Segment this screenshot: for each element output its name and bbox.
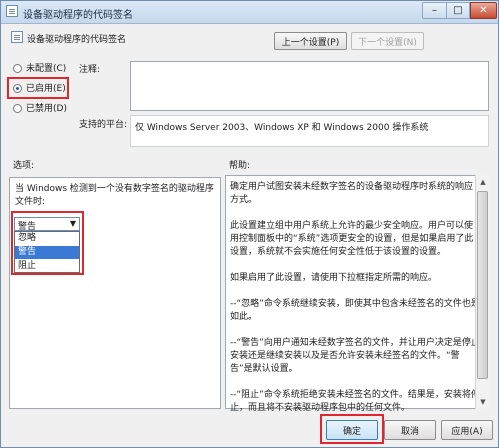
next-setting-button[interactable]: 下一个设置(N) [351, 32, 424, 50]
enabled-highlight-box [7, 77, 69, 99]
scroll-down-icon[interactable]: ▼ [476, 395, 490, 409]
options-label: 选项: [13, 161, 35, 171]
help-scrollbar[interactable]: ▲ ▼ [475, 175, 490, 409]
help-paragraph: 如果启用了此设置，请使用下拉框指定所需的响应。 [230, 273, 438, 283]
title-bar[interactable]: 设备驱动程序的代码签名 – □ ✕ [1, 1, 498, 24]
ok-highlight-box [320, 414, 384, 444]
supported-platform-label: 支持的平台: [79, 120, 128, 130]
cancel-button[interactable]: 取消 [384, 420, 436, 440]
policy-icon [6, 5, 18, 17]
help-label: 帮助: [229, 161, 251, 171]
help-paragraph: 此设置建立组中用户系统上允许的最少安全响应。用户可以使用控制面板中的“系统”选项… [230, 221, 474, 257]
maximize-button[interactable]: □ [447, 2, 470, 19]
help-paragraph: --“忽略”命令系统继续安装，即使其中包含未经签名的文件也是如此。 [230, 299, 480, 322]
radio-not-configured-dot[interactable] [13, 64, 22, 73]
radio-disabled-dot[interactable] [13, 104, 22, 113]
apply-button[interactable]: 应用(A) [441, 420, 493, 440]
help-paragraph: --“警告”向用户通知未经数字签名的文件，并让用户决定是停止安装还是继续安装以及… [230, 338, 480, 374]
setting-title: 设备驱动程序的代码签名 [27, 35, 127, 45]
radio-not-configured-label: 未配置(C) [26, 64, 67, 74]
comment-label: 注释: [79, 65, 101, 75]
radio-disabled-label: 已禁用(D) [26, 104, 67, 114]
supported-platform-value: 仅 Windows Server 2003、Windows XP 和 Windo… [135, 123, 429, 133]
setting-icon [11, 31, 23, 43]
help-paragraph: 确定用户试图安装未经数字签名的设备驱动程序时系统的响应方式。 [230, 182, 474, 205]
supported-platform-box: 仅 Windows Server 2003、Windows XP 和 Windo… [130, 115, 489, 147]
scroll-up-icon[interactable]: ▲ [476, 175, 490, 189]
minimize-button[interactable]: – [422, 2, 447, 19]
window-title: 设备驱动程序的代码签名 [23, 10, 133, 21]
help-paragraph: --“阻止”命令系统拒绝安装未经签名的文件。结果是，安装将停止，而且将不安装驱动… [230, 390, 480, 413]
options-description: 当 Windows 检测到一个没有数字签名的驱动程序文件时: [15, 184, 214, 207]
close-button[interactable]: ✕ [470, 2, 497, 19]
policy-setting-window: 设备驱动程序的代码签名 – □ ✕ 设备驱动程序的代码签名 上一个设置(P) 下… [0, 0, 499, 448]
scrollbar-thumb[interactable] [477, 191, 488, 379]
previous-setting-button[interactable]: 上一个设置(P) [274, 32, 347, 50]
dropdown-highlight-box [11, 211, 84, 275]
help-text: 确定用户试图安装未经数字签名的设备驱动程序时系统的响应方式。 此设置建立组中用户… [230, 181, 480, 415]
comment-input[interactable] [130, 61, 489, 111]
